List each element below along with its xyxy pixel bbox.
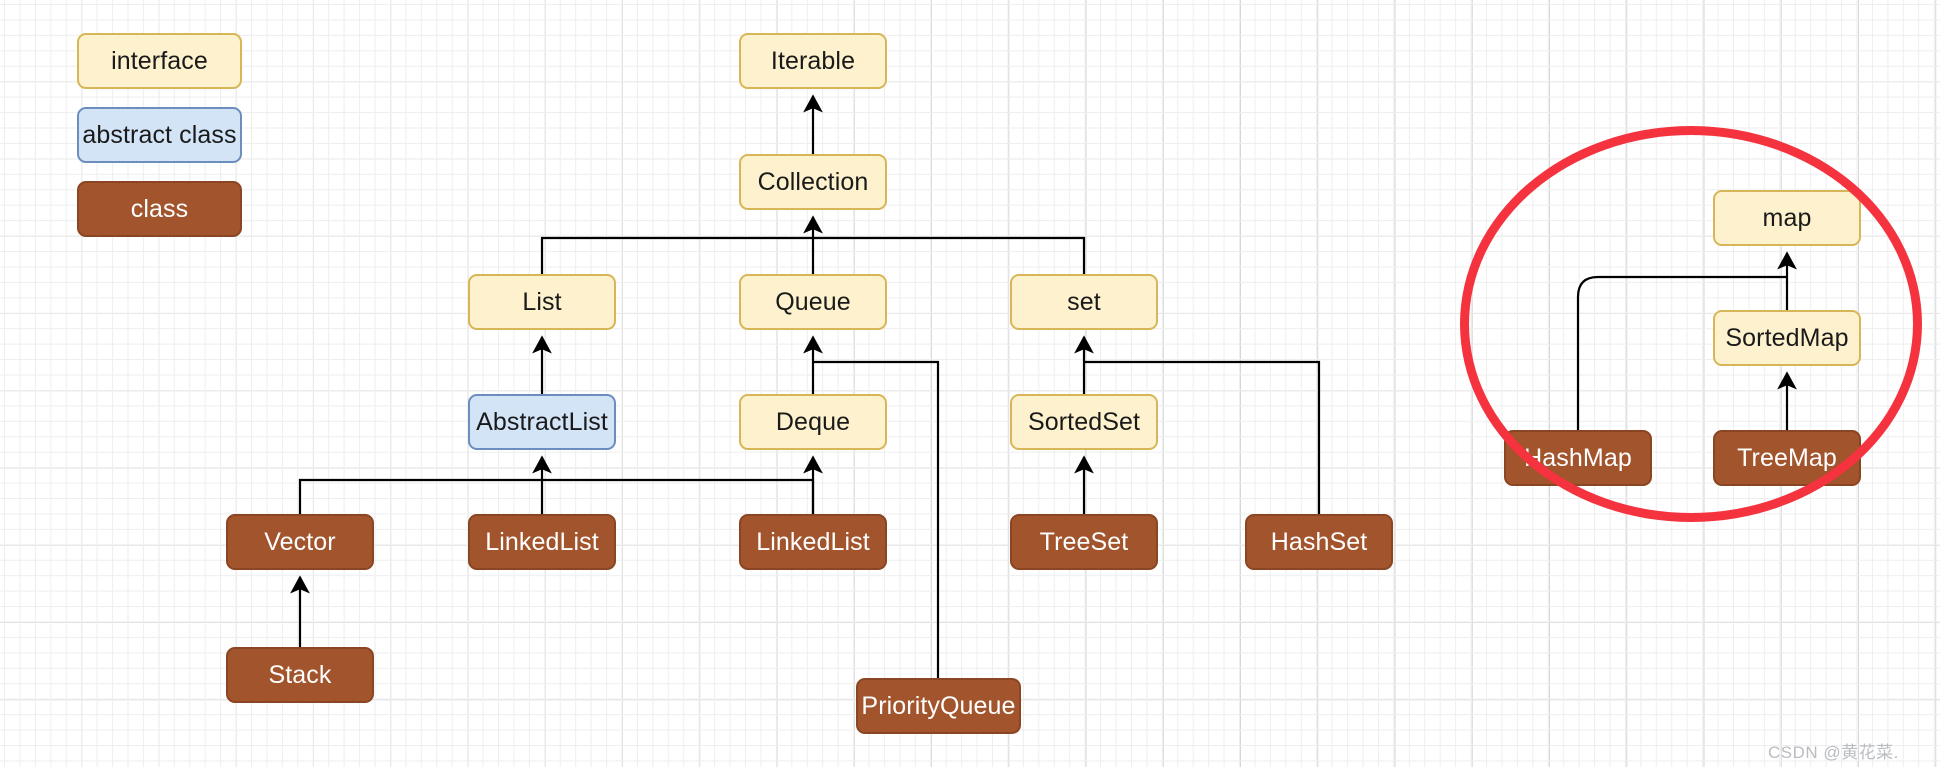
edge-linkedlist2-deque [542,478,815,514]
edge-set-collection [813,236,1086,274]
map-group-highlight-circle [1460,126,1922,522]
watermark-text: CSDN @黄花菜. [1768,743,1899,762]
node-iterable[interactable]: Iterable [739,33,887,89]
legend-class-box: class [77,181,242,237]
node-vector[interactable]: Vector [226,514,374,570]
node-hashset[interactable]: HashSet [1245,514,1393,570]
node-sortedset[interactable]: SortedSet [1010,394,1158,450]
node-linkedlist-deque[interactable]: LinkedList [739,514,887,570]
node-list[interactable]: List [468,274,616,330]
node-abstractlist[interactable]: AbstractList [468,394,616,450]
node-stack[interactable]: Stack [226,647,374,703]
edge-list-collection [540,236,813,274]
legend-interface-box: interface [77,33,242,89]
edge-vector-abstractlist [298,478,542,514]
diagram-canvas: interface abstract class class Iterable … [0,0,1940,767]
node-priorityqueue[interactable]: PriorityQueue [856,678,1021,734]
node-collection[interactable]: Collection [739,154,887,210]
legend-abstract-class-box: abstract class [77,107,242,163]
node-queue[interactable]: Queue [739,274,887,330]
node-treeset[interactable]: TreeSet [1010,514,1158,570]
node-set[interactable]: set [1010,274,1158,330]
node-linkedlist-list[interactable]: LinkedList [468,514,616,570]
node-deque[interactable]: Deque [739,394,887,450]
